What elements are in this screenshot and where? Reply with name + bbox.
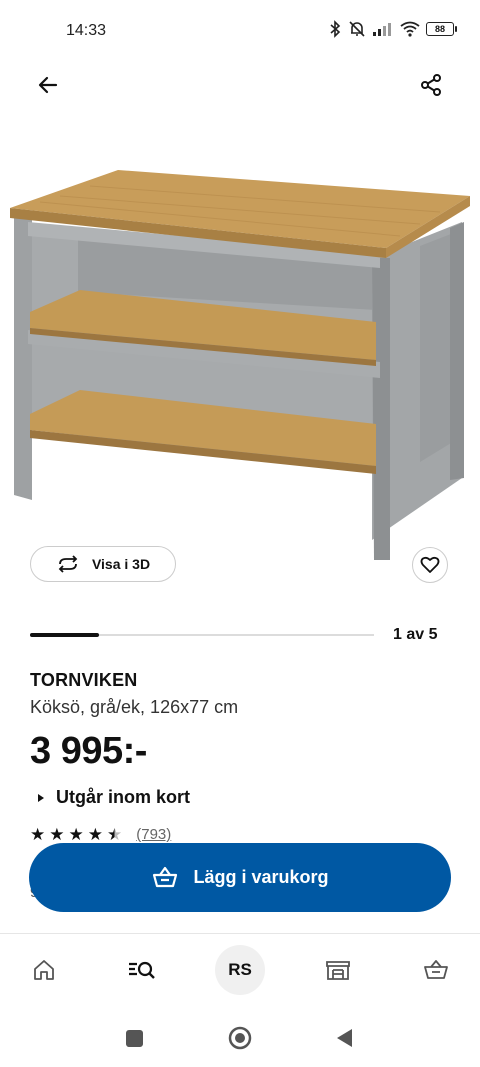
signal-icon — [373, 23, 391, 36]
status-time: 14:33 — [66, 22, 107, 39]
system-navigation — [0, 1010, 480, 1067]
rating-count: (793) — [136, 826, 172, 843]
half-star-icon: ★ — [107, 825, 123, 844]
nav-stores[interactable] — [312, 944, 364, 996]
home-icon — [34, 960, 54, 980]
stock-status[interactable]: Utgår inom kort — [38, 787, 190, 808]
nav-search[interactable] — [116, 944, 168, 996]
rotate-3d-icon — [58, 555, 78, 573]
rating[interactable]: ★ ★ ★ ★ ★ (793) — [30, 826, 171, 843]
product-description: Köksö, grå/ek, 126x77 cm — [30, 697, 239, 717]
star-icon: ★ — [30, 825, 46, 844]
basket-icon — [153, 866, 178, 887]
bluetooth-icon — [330, 20, 341, 38]
product-image[interactable] — [0, 140, 480, 570]
stock-status-label: Utgår inom kort — [56, 787, 191, 807]
add-to-cart-button[interactable]: Lägg i varukorg — [29, 843, 451, 912]
status-bar: 14:33 88 — [0, 0, 480, 62]
heart-icon — [420, 556, 440, 573]
bottom-nav: RS — [0, 944, 480, 1000]
nav-cart[interactable] — [410, 944, 462, 996]
search-list-icon — [129, 961, 155, 979]
mute-bell-icon — [349, 21, 365, 37]
nav-divider — [0, 933, 480, 934]
product-name: TORNVIKEN — [30, 670, 138, 690]
triangle-back-icon — [337, 1029, 352, 1047]
wifi-icon — [400, 21, 420, 37]
add-to-cart-label: Lägg i varukorg — [193, 867, 329, 887]
star-icon: ★ — [87, 825, 103, 844]
image-pager-progress — [30, 633, 99, 637]
share-button[interactable] — [411, 65, 451, 105]
status-icons: 88 — [328, 20, 457, 38]
view-3d-label: Visa i 3D — [91, 556, 151, 572]
avatar: RS — [215, 945, 265, 995]
product-price: 3 995:- — [30, 730, 147, 772]
system-back-button[interactable] — [334, 1027, 354, 1054]
image-pager-text: 1 av 5 — [393, 626, 438, 643]
share-icon — [421, 74, 441, 96]
star-icon: ★ — [68, 825, 84, 844]
circle-icon — [228, 1026, 252, 1050]
nav-profile[interactable]: RS — [214, 944, 266, 996]
basket-icon — [424, 960, 448, 979]
back-button[interactable] — [28, 65, 68, 105]
recents-button[interactable] — [126, 1030, 143, 1047]
star-icon: ★ — [49, 825, 65, 844]
square-icon — [126, 1030, 143, 1047]
home-button[interactable] — [228, 1026, 252, 1055]
nav-home[interactable] — [18, 944, 70, 996]
favorite-button[interactable] — [412, 547, 448, 583]
store-icon — [326, 961, 350, 980]
battery-icon: 88 — [426, 22, 457, 36]
caret-right-icon — [38, 793, 44, 802]
view-3d-button[interactable]: Visa i 3D — [30, 546, 176, 582]
arrow-left-icon — [38, 76, 58, 94]
